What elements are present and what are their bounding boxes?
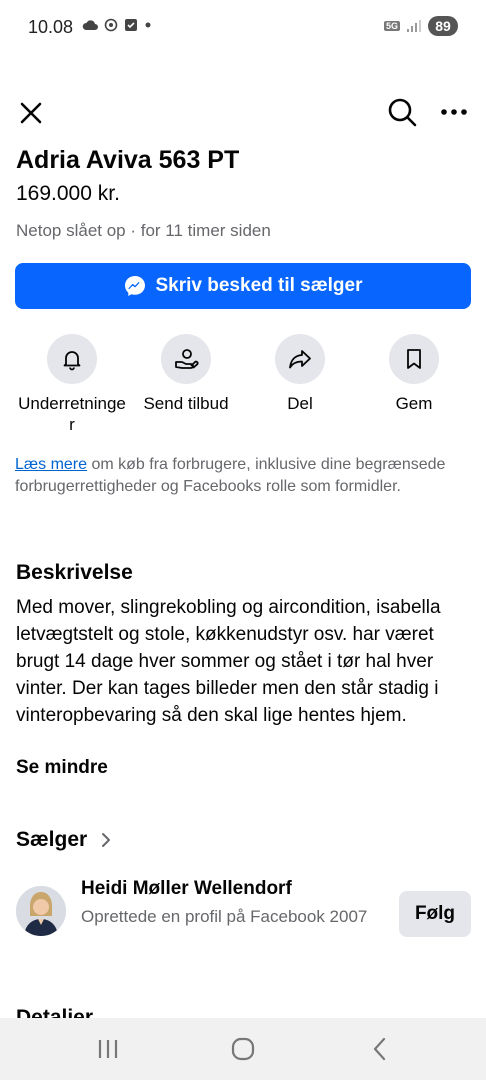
message-seller-button[interactable]: Skriv besked til sælger — [15, 263, 471, 309]
read-more-link[interactable]: Læs mere — [15, 456, 87, 473]
listing-time: Netop slået op · for 11 timer siden — [16, 221, 271, 240]
save-action[interactable]: Gem — [357, 334, 471, 414]
notifications-label: Underretninger — [18, 394, 126, 434]
seller-heading-label: Sælger — [16, 828, 88, 851]
send-offer-label: Send tilbud — [143, 394, 229, 413]
share-icon — [289, 350, 311, 369]
notifications-button[interactable] — [47, 334, 97, 384]
see-less-button[interactable]: Se mindre — [16, 757, 108, 779]
status-system-icons: 5G 89 — [383, 16, 458, 36]
seller-profile[interactable]: Heidi Møller Wellendorf Oprettede en pro… — [16, 878, 471, 958]
send-offer-button[interactable] — [161, 334, 211, 384]
target-icon — [104, 18, 118, 32]
consumer-info-text: Læs mere om køb fra forbrugere, inklusiv… — [15, 454, 455, 498]
check-box-icon — [125, 19, 137, 31]
save-label: Gem — [395, 394, 433, 413]
bell-icon — [63, 351, 81, 371]
bookmark-icon — [407, 349, 421, 369]
signal-icon — [407, 20, 421, 32]
share-action[interactable]: Del — [243, 334, 357, 414]
back-icon[interactable] — [365, 1036, 395, 1062]
share-label: Del — [287, 394, 313, 413]
message-seller-label: Skriv besked til sælger — [155, 275, 363, 296]
more-options-icon[interactable] — [438, 98, 470, 126]
status-bar: 10.08 5G 89 — [0, 0, 486, 56]
follow-button[interactable]: Følg — [399, 891, 471, 937]
listing-title: Adria Aviva 563 PT — [16, 146, 240, 174]
home-icon[interactable] — [228, 1036, 258, 1062]
avatar[interactable] — [16, 886, 66, 936]
top-nav — [0, 88, 486, 136]
description-body: Med mover, slingrekobling og airconditio… — [16, 597, 441, 726]
send-offer-action[interactable]: Send tilbud — [129, 334, 243, 414]
listing-price: 169.000 kr. — [16, 182, 120, 205]
recent-apps-icon[interactable] — [93, 1036, 123, 1062]
save-button[interactable] — [389, 334, 439, 384]
share-button[interactable] — [275, 334, 325, 384]
seller-joined: Oprettede en profil på Facebook 2007 — [81, 907, 368, 926]
status-time: 10.08 — [28, 17, 74, 37]
notifications-action[interactable]: Underretninger — [15, 334, 129, 435]
messenger-icon — [124, 276, 145, 296]
seller-heading[interactable]: Sælger — [16, 828, 111, 852]
search-icon[interactable] — [386, 96, 418, 128]
close-icon[interactable] — [16, 98, 46, 128]
offer-icon — [175, 349, 199, 369]
seller-photo — [16, 886, 66, 936]
seller-name[interactable]: Heidi Møller Wellendorf — [81, 878, 292, 900]
dot-icon — [145, 22, 151, 28]
battery-indicator: 89 — [428, 16, 458, 36]
status-notification-icons — [82, 18, 152, 32]
chevron-right-icon — [102, 833, 111, 847]
system-nav-bar — [0, 1018, 486, 1080]
cloud-icon — [82, 20, 98, 30]
network-label: 5G — [383, 21, 400, 31]
description-heading: Beskrivelse — [16, 561, 133, 584]
action-row: Underretninger Send tilbud Del Gem — [0, 334, 486, 444]
